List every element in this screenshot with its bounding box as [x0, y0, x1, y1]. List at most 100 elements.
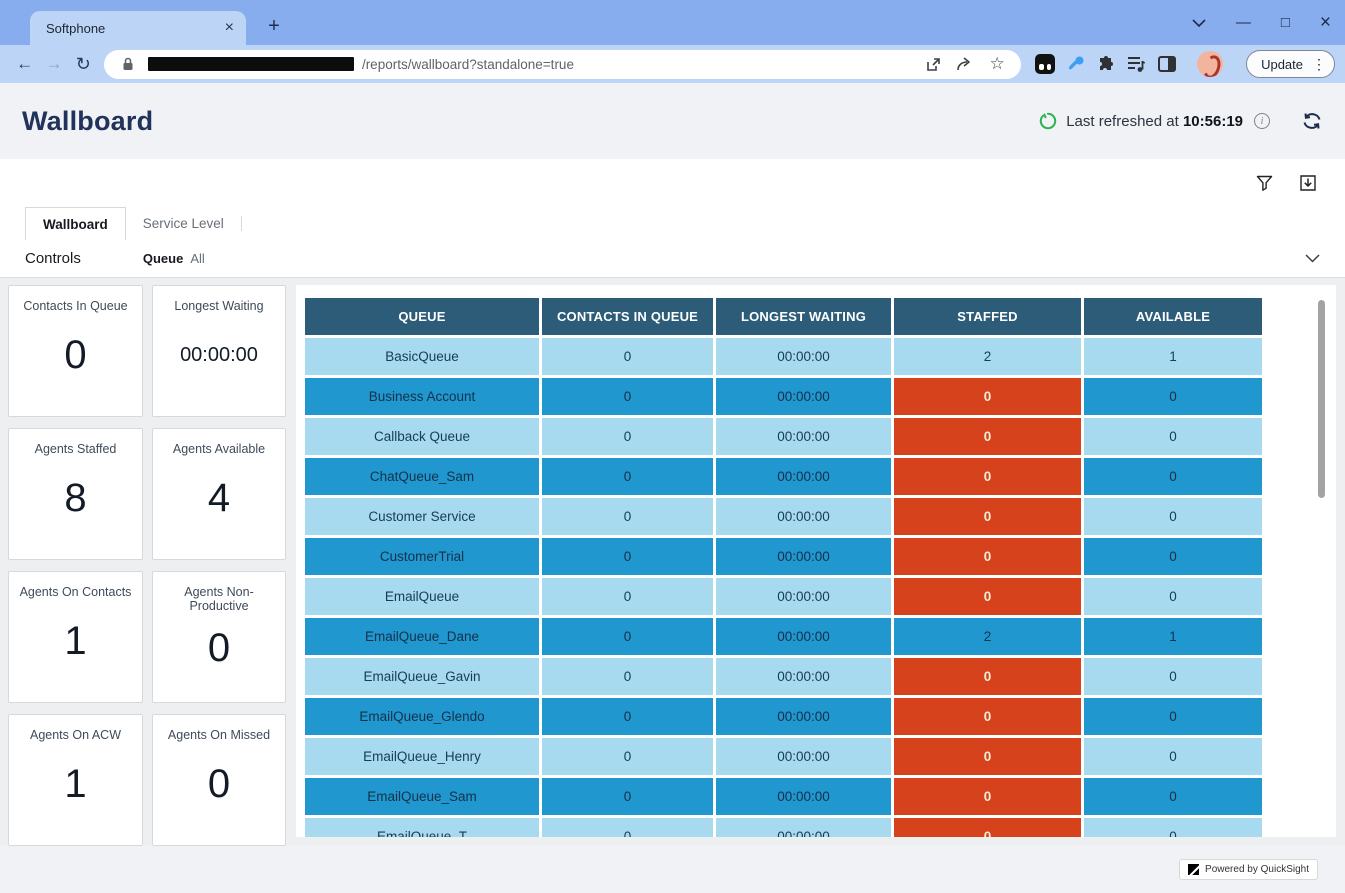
playlist-icon[interactable]: [1127, 55, 1147, 73]
kpi-card: Contacts In Queue0: [8, 285, 143, 417]
kpi-card: Agents Non-Productive0: [152, 571, 286, 703]
cell-available: 0: [1084, 698, 1262, 735]
kpi-label: Longest Waiting: [174, 299, 263, 313]
kpi-label: Agents On Contacts: [20, 585, 132, 599]
kpi-card: Agents Staffed8: [8, 428, 143, 560]
bookmark-star-icon[interactable]: ☆: [985, 52, 1009, 76]
cell-queue: BasicQueue: [305, 338, 539, 375]
profile-avatar[interactable]: [1197, 51, 1223, 77]
cell-longest-waiting: 00:00:00: [716, 418, 891, 455]
controls-collapse-chevron-icon[interactable]: [1305, 254, 1320, 263]
cell-staffed: 0: [894, 458, 1081, 495]
cell-contacts-in-queue: 0: [542, 618, 713, 655]
cell-contacts-in-queue: 0: [542, 458, 713, 495]
filter-funnel-icon[interactable]: [1256, 175, 1273, 192]
update-button[interactable]: Update ⋮: [1246, 50, 1335, 78]
export-download-icon[interactable]: [1299, 174, 1317, 192]
cell-staffed: 0: [894, 658, 1081, 695]
refreshed-prefix: Last refreshed at: [1066, 113, 1179, 130]
address-bar[interactable]: /reports/wallboard?standalone=true ☆: [104, 50, 1021, 79]
cell-longest-waiting: 00:00:00: [716, 778, 891, 815]
cell-available: 0: [1084, 498, 1262, 535]
table-row: ChatQueue_Sam000:00:0000: [305, 458, 1262, 495]
cell-available: 1: [1084, 618, 1262, 655]
cell-contacts-in-queue: 0: [542, 738, 713, 775]
cell-available: 0: [1084, 378, 1262, 415]
tab-divider: [241, 216, 242, 231]
kpi-card: Agents Available4: [152, 428, 286, 560]
cell-queue: EmailQueue_Gavin: [305, 658, 539, 695]
table-row: Business Account000:00:0000: [305, 378, 1262, 415]
kpi-label: Agents On Missed: [168, 728, 270, 742]
cell-staffed: 0: [894, 818, 1081, 837]
quicksight-logo-icon: [1188, 864, 1199, 875]
kpi-card: Agents On Missed 0: [152, 714, 286, 846]
window-controls: — □ ×: [1192, 0, 1331, 45]
column-header: AVAILABLE: [1084, 298, 1262, 335]
cell-contacts-in-queue: 0: [542, 578, 713, 615]
column-header: LONGEST WAITING: [716, 298, 891, 335]
controls-label: Controls: [25, 250, 81, 267]
table-row: EmailQueue_Gavin000:00:0000: [305, 658, 1262, 695]
info-icon[interactable]: i: [1254, 113, 1270, 129]
table-row: EmailQueue_Glendo000:00:0000: [305, 698, 1262, 735]
extension-domino-icon[interactable]: [1035, 54, 1055, 74]
table-row: Customer Service000:00:0000: [305, 498, 1262, 535]
refreshed-time: 10:56:19: [1183, 113, 1243, 130]
cell-longest-waiting: 00:00:00: [716, 378, 891, 415]
cell-longest-waiting: 00:00:00: [716, 738, 891, 775]
back-icon[interactable]: ←: [10, 49, 39, 79]
cell-longest-waiting: 00:00:00: [716, 658, 891, 695]
cell-available: 0: [1084, 538, 1262, 575]
reload-icon[interactable]: ↻: [69, 49, 98, 79]
dashboard-card: Wallboard Service Level Controls Queue A…: [0, 159, 1345, 845]
open-in-new-icon[interactable]: [921, 52, 945, 76]
lock-icon: [116, 52, 140, 76]
minimize-button[interactable]: —: [1236, 15, 1251, 30]
column-header: CONTACTS IN QUEUE: [542, 298, 713, 335]
refresh-button[interactable]: [1301, 111, 1323, 131]
table-row: EmailQueue000:00:0000: [305, 578, 1262, 615]
kpi-label: Agents On ACW: [30, 728, 121, 742]
share-icon[interactable]: [953, 52, 977, 76]
maximize-button[interactable]: □: [1281, 15, 1290, 30]
table-row: EmailQueue_T000:00:0000: [305, 818, 1262, 837]
url-path: /reports/wallboard?standalone=true: [362, 57, 913, 72]
kpi-value: 4: [208, 476, 230, 521]
browser-titlebar: Softphone × + — □ ×: [0, 0, 1345, 45]
tab-close-icon[interactable]: ×: [225, 20, 234, 36]
tab-wallboard[interactable]: Wallboard: [25, 207, 126, 240]
new-tab-button[interactable]: +: [260, 12, 288, 40]
cell-queue: EmailQueue_T: [305, 818, 539, 837]
cell-staffed: 0: [894, 738, 1081, 775]
extensions-puzzle-icon[interactable]: [1097, 55, 1116, 74]
browser-menu-icon[interactable]: ⋮: [1312, 56, 1326, 73]
chevron-down-icon[interactable]: [1192, 19, 1206, 27]
forward-icon[interactable]: →: [39, 49, 68, 79]
kpi-value: 0: [64, 333, 86, 378]
browser-tab[interactable]: Softphone ×: [30, 11, 246, 45]
cell-available: 0: [1084, 578, 1262, 615]
queue-filter-label: Queue: [143, 251, 183, 266]
extension-key-icon[interactable]: [1066, 54, 1086, 74]
page-footer: Powered by QuickSight: [0, 845, 1345, 893]
cell-contacts-in-queue: 0: [542, 378, 713, 415]
tab-service-level[interactable]: Service Level: [126, 207, 241, 240]
cell-longest-waiting: 00:00:00: [716, 338, 891, 375]
queue-filter-value[interactable]: All: [190, 251, 204, 266]
cell-longest-waiting: 00:00:00: [716, 818, 891, 837]
queue-table-header: QUEUECONTACTS IN QUEUELONGEST WAITINGSTA…: [305, 298, 1262, 335]
cell-queue: EmailQueue_Sam: [305, 778, 539, 815]
kpi-label: Agents Non-Productive: [157, 585, 281, 613]
cell-staffed: 0: [894, 778, 1081, 815]
cell-available: 1: [1084, 338, 1262, 375]
refresh-status: Last refreshed at 10:56:19 i: [1039, 111, 1323, 131]
kpi-card: Longest Waiting00:00:00: [152, 285, 286, 417]
side-panel-icon[interactable]: [1158, 56, 1176, 72]
close-window-button[interactable]: ×: [1320, 13, 1331, 32]
cell-longest-waiting: 00:00:00: [716, 498, 891, 535]
table-scrollbar-thumb[interactable]: [1318, 300, 1325, 498]
kpi-value: 0: [208, 762, 230, 807]
table-row: EmailQueue_Henry000:00:0000: [305, 738, 1262, 775]
cell-contacts-in-queue: 0: [542, 418, 713, 455]
